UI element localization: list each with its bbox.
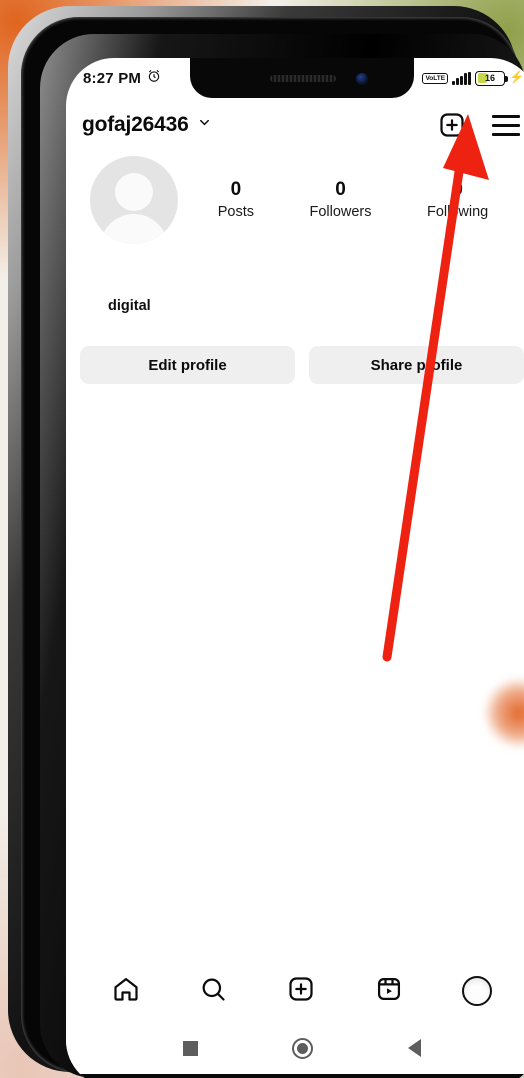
profile-avatar-icon[interactable]	[462, 976, 493, 1006]
volte-icon: VoLTE	[422, 72, 449, 84]
app-header: gofaj26436	[66, 100, 524, 150]
avatar-head	[115, 173, 153, 211]
stat-following[interactable]: 0 Following	[427, 178, 488, 222]
cellular-signal-icon	[452, 71, 472, 85]
phone-bezel: 8:27 PM VoLTE 16 ⚡ gofaj26436 0 Posts 0 …	[40, 34, 524, 1078]
profile-display-name: digital	[108, 298, 151, 314]
status-time: 8:27 PM	[83, 69, 142, 87]
home-circle-button[interactable]	[292, 1037, 314, 1059]
phone-body: 8:27 PM VoLTE 16 ⚡ gofaj26436 0 Posts 0 …	[21, 17, 524, 1078]
bottom-navigation-bar	[66, 960, 524, 1022]
phone-outer-frame: 8:27 PM VoLTE 16 ⚡ gofaj26436 0 Posts 0 …	[8, 6, 524, 1078]
header-actions	[438, 111, 520, 139]
add-plus-square-icon[interactable]	[438, 111, 466, 139]
stat-value: 0	[452, 179, 463, 200]
page-title: gofaj26436	[82, 113, 189, 136]
share-profile-button[interactable]: Share profile	[309, 346, 524, 384]
hamburger-menu-icon[interactable]	[492, 114, 520, 136]
stat-label: Followers	[309, 204, 372, 220]
profile-summary-row: 0 Posts 0 Followers 0 Following	[66, 156, 524, 244]
reels-icon[interactable]	[375, 975, 403, 1008]
profile-stats: 0 Posts 0 Followers 0 Following	[184, 178, 516, 222]
front-camera-icon	[356, 73, 368, 85]
create-plus-icon[interactable]	[287, 975, 315, 1008]
stat-posts[interactable]: 0 Posts	[218, 178, 254, 222]
default-avatar-icon[interactable]	[90, 156, 178, 244]
battery-level: 16	[485, 73, 496, 83]
avatar-container[interactable]	[84, 156, 184, 244]
stat-followers[interactable]: 0 Followers	[309, 178, 371, 222]
home-icon[interactable]	[112, 975, 140, 1008]
status-bar-left: 8:27 PM	[83, 69, 161, 88]
username-dropdown[interactable]: gofaj26436	[82, 113, 212, 137]
phone-screen: 8:27 PM VoLTE 16 ⚡ gofaj26436 0 Posts 0 …	[66, 58, 524, 1078]
search-icon[interactable]	[199, 975, 227, 1008]
profile-action-buttons: Edit profile Share profile	[66, 346, 524, 384]
edit-profile-button[interactable]: Edit profile	[80, 346, 295, 384]
stat-label: Following	[426, 204, 489, 220]
screen-glare-blob	[484, 678, 524, 748]
bottom-black-bar	[66, 1074, 524, 1078]
status-bar-right: VoLTE 16 ⚡	[422, 70, 524, 86]
avatar-body	[100, 214, 168, 244]
battery-icon: 16	[475, 70, 509, 86]
stat-value: 0	[230, 179, 242, 200]
back-triangle-button[interactable]	[407, 1039, 421, 1057]
display-notch	[190, 58, 414, 98]
recents-square-button[interactable]	[183, 1040, 199, 1056]
chevron-down-icon	[197, 115, 212, 135]
android-system-nav	[66, 1022, 524, 1074]
stat-label: Posts	[217, 204, 254, 220]
earpiece-speaker-icon	[270, 75, 336, 82]
alarm-clock-icon	[147, 69, 161, 88]
charging-bolt-icon: ⚡	[509, 70, 524, 84]
stat-value: 0	[335, 179, 346, 200]
